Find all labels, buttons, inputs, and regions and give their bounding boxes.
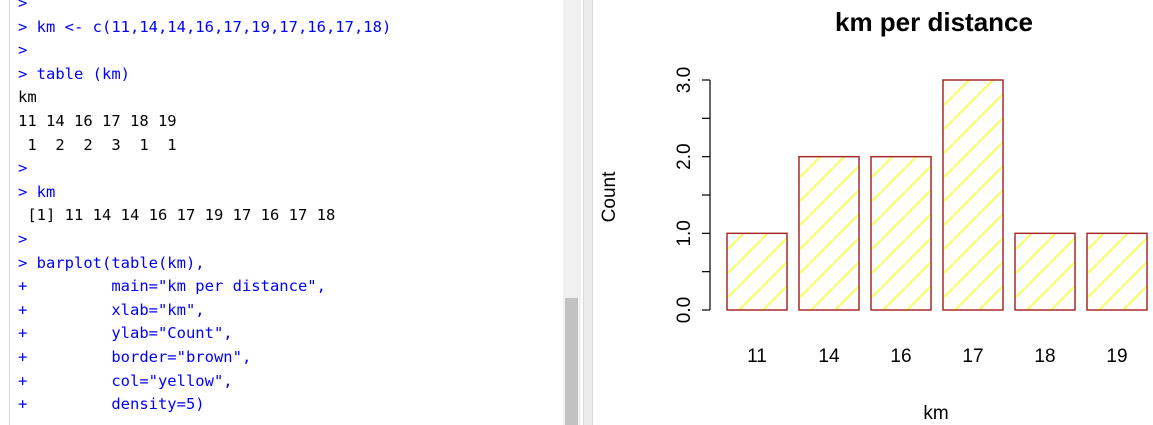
console-command-line: + density=5) [18, 395, 205, 414]
x-tick-label: 11 [747, 346, 767, 367]
y-tick-label: 0.0 [674, 297, 695, 323]
console-command-line: + main="km per distance", [18, 277, 326, 296]
console-gutter [0, 0, 10, 425]
x-tick-label: 14 [818, 346, 840, 367]
x-tick-label: 16 [890, 346, 911, 367]
bar-rect [870, 155, 932, 311]
bar-19 [1086, 232, 1148, 311]
y-axis: 0.0 1.0 2.0 3.0 [674, 67, 711, 323]
console-scrollbar-thumb[interactable] [565, 298, 578, 425]
console-command-line: + col="yellow", [18, 371, 233, 390]
bar-rect [798, 155, 860, 311]
bar-11 [726, 232, 788, 311]
console-command-line: > [18, 229, 28, 248]
console-command-line: > [18, 0, 28, 12]
console-command-line: > table (km) [18, 64, 130, 83]
x-tick-label: 19 [1106, 346, 1127, 367]
console-output: > > km <- c(11,14,14,16,17,19,17,16,17,18… [18, 0, 391, 417]
bar-rect [942, 79, 1004, 311]
chart-title: km per distance [835, 7, 1033, 37]
bar-rect [1014, 232, 1076, 311]
plot-pane: km per distance Count km 0.0 1.0 2.0 3.0 11… [593, 0, 1153, 425]
console-command-line: + border="brown", [18, 347, 252, 366]
console-output-line: 1 2 2 3 1 1 [18, 135, 177, 154]
console-command-line: > [18, 159, 28, 178]
x-axis-label: km [923, 403, 948, 424]
bars-group [726, 79, 1148, 311]
bar-rect [1086, 232, 1148, 311]
r-console[interactable]: > > km <- c(11,14,14,16,17,19,17,16,17,18… [0, 0, 583, 425]
x-tick-label: 18 [1034, 346, 1055, 367]
console-command-line: + xlab="km", [18, 300, 205, 319]
bar-18 [1014, 232, 1076, 311]
y-axis-label: Count [599, 171, 620, 222]
x-tick-label: 17 [962, 346, 983, 367]
bar-16 [870, 155, 932, 311]
pane-splitter[interactable] [583, 0, 593, 425]
console-command-line: + ylab="Count", [18, 324, 233, 343]
console-output-line: km [18, 88, 37, 107]
console-output-line: [1] 11 14 14 16 17 19 17 16 17 18 [18, 206, 336, 225]
y-tick-label: 3.0 [674, 67, 695, 93]
console-command-line: > km <- c(11,14,14,16,17,19,17,16,17,18) [18, 17, 392, 36]
barplot-chart: km per distance Count km 0.0 1.0 2.0 3.0 11… [599, 7, 1148, 424]
x-tick-labels: 11 14 16 17 18 19 [747, 346, 1127, 367]
bar-14 [798, 155, 860, 311]
y-tick-label: 1.0 [674, 220, 695, 246]
console-command-line: > [18, 41, 28, 60]
console-command-line: > barplot(table(km), [18, 253, 205, 272]
console-command-line: > km [18, 182, 56, 201]
bar-rect [726, 232, 788, 311]
console-output-line: 11 14 16 17 18 19 [18, 111, 177, 130]
bar-17 [942, 79, 1004, 311]
y-tick-label: 2.0 [674, 143, 695, 169]
